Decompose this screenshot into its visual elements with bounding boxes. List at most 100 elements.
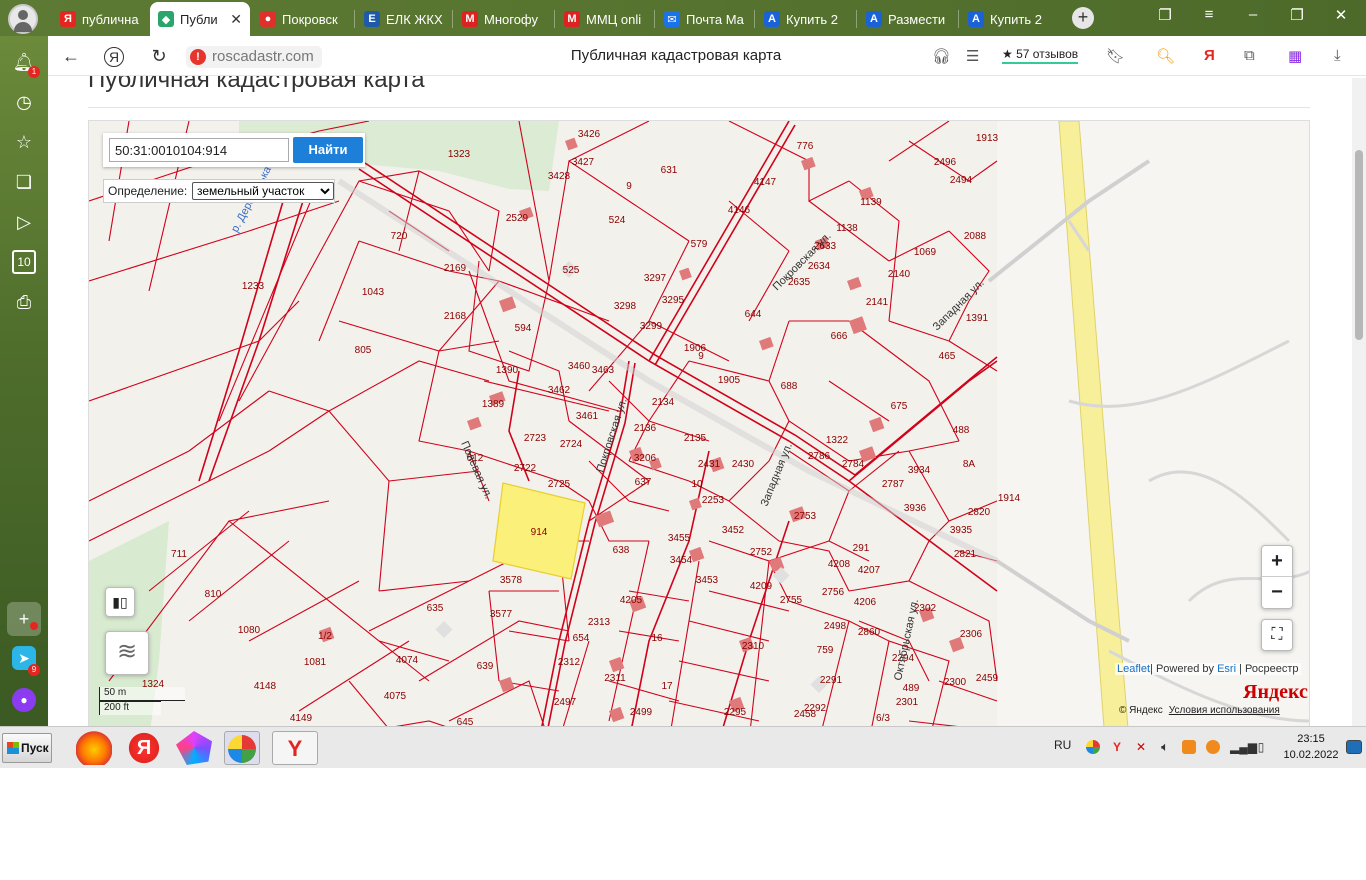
esri-link[interactable]: Esri	[1217, 663, 1236, 675]
archive-ext-icon[interactable]: ▦	[1288, 47, 1302, 65]
parcel-label: 2821	[954, 549, 977, 560]
headphones-icon[interactable]: 🎧︎	[932, 47, 951, 65]
network-icon[interactable]: ▂▄▆	[1230, 740, 1257, 754]
parcel-label: 489	[903, 683, 920, 694]
tab-label: ММЦ onli	[586, 11, 642, 27]
collections-icon[interactable]: ❐	[1152, 6, 1178, 24]
globe-app-icon[interactable]	[224, 731, 260, 765]
tab[interactable]: A Купить 2	[960, 4, 1058, 34]
browser-sidebar: 🔔︎ 1 ◷ ☆ ❏ ▷ 10 ⎙ + ➤ 9 ●	[0, 36, 48, 726]
fullscreen-button[interactable]: ⛶	[1261, 619, 1293, 651]
tab-label: ЕЛК ЖКХ	[386, 11, 443, 27]
yandex-ext-icon[interactable]: Я	[1204, 47, 1215, 64]
new-tab-button[interactable]: +	[1072, 7, 1094, 29]
show-desktop-icon[interactable]	[1346, 740, 1362, 754]
url-text: roscadastr.com	[212, 48, 314, 65]
gem-app-icon[interactable]	[176, 731, 212, 765]
definition-select[interactable]: земельный участок	[192, 182, 334, 200]
tray-globe-icon[interactable]	[1086, 740, 1100, 754]
yandex-icon[interactable]: Я	[126, 731, 162, 765]
page-scrollbar[interactable]	[1352, 78, 1366, 726]
tray-security-icon[interactable]: ✕	[1134, 740, 1148, 754]
language-indicator[interactable]: RU	[1054, 738, 1071, 752]
tab[interactable]: A Купить 2	[756, 4, 854, 34]
tab-favicon-icon: ●	[260, 11, 276, 27]
minimize-icon[interactable]: –	[1240, 6, 1266, 23]
parcel-label: 1390	[496, 365, 519, 376]
profile-avatar-icon[interactable]	[8, 4, 38, 34]
battery-icon[interactable]: ▯	[1254, 740, 1268, 754]
extensions-icon[interactable]: ⧉	[1244, 47, 1255, 64]
cadastral-map[interactable]: 1323 720 2169 1043 2168 805 1233 594 1390 3460 346…	[88, 120, 1310, 726]
volume-icon[interactable]: 🔈︎	[1158, 740, 1172, 754]
parcel-label: 1138	[836, 223, 858, 234]
tab[interactable]: Япублична	[52, 4, 146, 34]
cadastre-search-input[interactable]	[109, 138, 289, 162]
reviews-link[interactable]: ★ 57 отзывов	[1002, 47, 1079, 64]
parcel-label: 579	[691, 239, 708, 250]
back-icon[interactable]: ←	[60, 46, 82, 67]
restore-icon[interactable]: ❐	[1284, 6, 1310, 24]
tab[interactable]: М Многофу	[454, 4, 552, 34]
map-canvas[interactable]: 132372021691043216880512335941390 3460 346…	[89, 121, 1310, 726]
yandex-home-icon[interactable]: Я	[104, 47, 124, 67]
notification-badge: 1	[28, 66, 40, 78]
terms-link[interactable]: Условия использования	[1169, 705, 1280, 716]
parcel-label: 1914	[998, 493, 1021, 504]
reload-icon[interactable]: ↻	[148, 46, 170, 67]
tab[interactable]: A Размести	[858, 4, 956, 34]
parcel-label: 3461	[576, 411, 599, 422]
history-icon[interactable]: ◷	[12, 90, 36, 114]
start-button[interactable]: Пуск	[2, 733, 52, 763]
reviews-text: 57 отзывов	[1016, 47, 1079, 61]
scale-bar: 50 m 200 ft	[99, 687, 185, 715]
download-icon[interactable]: ⤓	[1334, 47, 1341, 64]
definition-panel: Определение: земельный участок	[103, 179, 335, 203]
tab[interactable]: Е ЕЛК ЖКХ	[356, 4, 452, 34]
counter-icon[interactable]: 10	[12, 250, 36, 274]
zoom-in-button[interactable]: +	[1262, 546, 1292, 577]
reader-icon[interactable]: ☰	[966, 47, 979, 65]
tab[interactable]: ◆ Публи ✕	[150, 2, 250, 36]
parcel-label: 2634	[808, 261, 831, 272]
collections-sidebar-icon[interactable]: ❏	[12, 170, 36, 194]
yandex-browser-taskbar-icon[interactable]: Y	[272, 731, 318, 765]
scrollbar-thumb[interactable]	[1355, 150, 1363, 340]
tab[interactable]: ● Покровск	[252, 4, 352, 34]
clock-time: 23:15	[1297, 733, 1325, 745]
tray-yandex-icon[interactable]: Y	[1110, 740, 1124, 754]
clock[interactable]: 23:15 10.02.2022	[1280, 731, 1342, 763]
tab-separator	[754, 10, 755, 28]
search-ext-icon[interactable]: 🔍︎	[1156, 47, 1175, 65]
security-warning-icon[interactable]: !	[190, 49, 206, 65]
parcel-label: 1391	[966, 313, 989, 324]
find-button[interactable]: Найти	[293, 137, 363, 163]
menu-icon[interactable]: ≡	[1196, 6, 1222, 23]
tab-label: Купить 2	[990, 11, 1042, 27]
play-icon[interactable]: ▷	[12, 210, 36, 234]
add-panel-icon[interactable]: +	[7, 602, 41, 636]
parcel-label: 2312	[558, 657, 581, 668]
tab-label: публична	[82, 11, 139, 27]
url-field[interactable]: ! roscadastr.com	[186, 46, 322, 68]
parcel-label: 2431	[698, 459, 721, 470]
alice-icon[interactable]: ●	[12, 688, 36, 712]
parcel-label: 9	[698, 351, 704, 362]
parcel-label: 2786	[808, 451, 831, 462]
parcel-label: 711	[171, 549, 187, 560]
tray-app2-icon[interactable]	[1206, 740, 1220, 754]
close-tab-icon[interactable]: ✕	[230, 11, 242, 28]
parcel-label: 2755	[780, 595, 803, 606]
layers-button[interactable]: ≋	[105, 631, 149, 675]
tab[interactable]: М ММЦ onli	[556, 4, 652, 34]
camera-icon[interactable]: ⎙	[12, 290, 36, 314]
tab[interactable]: ✉ Почта Ма	[656, 4, 752, 34]
zoom-out-button[interactable]: −	[1262, 577, 1292, 608]
ruler-button[interactable]: ▮▯	[105, 587, 135, 617]
firefox-icon[interactable]	[76, 731, 112, 765]
close-window-icon[interactable]: ✕	[1328, 6, 1354, 24]
leaflet-link[interactable]: Leaflet	[1117, 663, 1150, 675]
favorites-icon[interactable]: ☆	[12, 130, 36, 154]
tray-app1-icon[interactable]	[1182, 740, 1196, 754]
bookmark-icon[interactable]: 🔖︎	[1106, 47, 1125, 65]
